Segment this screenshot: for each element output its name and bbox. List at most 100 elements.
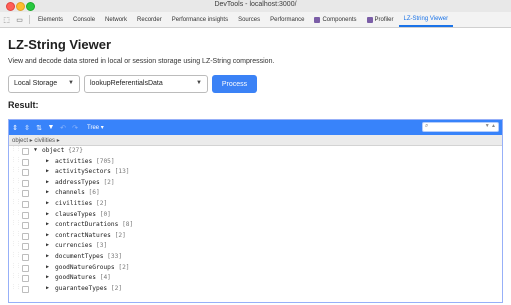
tree-row[interactable]: ⋮⋮ ▶ channels [6]: [9, 188, 502, 199]
drag-handle-icon[interactable]: ⋮⋮: [11, 168, 21, 175]
tab-performance[interactable]: Performance: [265, 12, 309, 27]
tree-children: ⋮⋮ ▶ activities [705] ⋮⋮ ▶ activitySectors [1…: [9, 157, 502, 295]
tab-elements[interactable]: Elements: [33, 12, 68, 27]
expand-triangle-icon[interactable]: ▶: [46, 285, 49, 291]
expand-triangle-icon[interactable]: ▶: [46, 200, 49, 206]
tree-row-label: goodNatureGroups [2]: [55, 264, 130, 271]
tab-components[interactable]: Components: [309, 12, 361, 27]
expand-triangle-icon[interactable]: ▶: [46, 158, 49, 164]
tree-row-key: contractDurations: [55, 221, 119, 229]
drag-handle-icon[interactable]: ⋮⋮: [11, 199, 21, 207]
tree-row[interactable]: ⋮⋮ ▶ goodNatures [4]: [9, 273, 502, 284]
expand-triangle-icon[interactable]: ▶: [46, 189, 49, 195]
context-menu-button[interactable]: [22, 158, 29, 166]
context-menu-button[interactable]: [22, 253, 29, 261]
drag-handle-icon[interactable]: ⋮⋮: [11, 231, 21, 239]
context-menu-button[interactable]: [22, 169, 29, 177]
context-menu-button[interactable]: [22, 285, 29, 293]
tree-row[interactable]: ⋮⋮ ▶ guaranteeTypes [2]: [9, 284, 502, 295]
collapse-triangle-icon[interactable]: ▼: [34, 147, 37, 153]
expand-triangle-icon[interactable]: ▶: [46, 221, 49, 227]
view-mode-dropdown[interactable]: Tree ▾: [87, 124, 104, 131]
tab-components-label: Components: [322, 16, 357, 23]
drag-handle-icon[interactable]: ⋮⋮: [11, 147, 21, 154]
tree-row[interactable]: ⋮⋮ ▶ clauseTypes [0]: [9, 210, 502, 221]
expand-all-icon[interactable]: ⇕: [9, 120, 21, 135]
context-menu-button[interactable]: [22, 179, 29, 187]
storage-type-select[interactable]: Local Storage ▼: [8, 75, 80, 93]
tab-profiler[interactable]: Profiler: [362, 12, 399, 27]
expand-triangle-icon[interactable]: ▶: [46, 168, 49, 174]
tree-root-row[interactable]: ⋮⋮ ▼ object {27}: [9, 146, 502, 157]
expand-triangle-icon[interactable]: ▶: [46, 232, 49, 238]
expand-triangle-icon[interactable]: ▶: [46, 253, 49, 259]
search-navigation-icon[interactable]: ▼ ▲: [485, 123, 496, 129]
expand-triangle-icon[interactable]: ▶: [46, 242, 49, 248]
drag-handle-icon[interactable]: ⋮⋮: [11, 263, 21, 271]
tab-lz-string-viewer[interactable]: LZ-String Viewer: [398, 12, 454, 27]
tree-row[interactable]: ⋮⋮ ▶ documentTypes [33]: [9, 252, 502, 263]
drag-handle-icon[interactable]: ⋮⋮: [11, 221, 21, 228]
tree-root-label: object {27}: [42, 147, 83, 154]
process-button[interactable]: Process: [212, 75, 257, 93]
tab-performance-insights[interactable]: Performance insights: [167, 12, 233, 27]
drag-handle-icon[interactable]: ⋮⋮: [11, 210, 21, 218]
tree-row[interactable]: ⋮⋮ ▶ contractDurations [8]: [9, 220, 502, 231]
json-breadcrumb[interactable]: object ▸ civilities ▸: [9, 135, 502, 146]
tree-row[interactable]: ⋮⋮ ▶ activities [705]: [9, 157, 502, 168]
tree-row-count: [2]: [118, 263, 130, 271]
context-menu-button[interactable]: [22, 222, 29, 230]
expand-triangle-icon[interactable]: ▶: [46, 179, 49, 185]
tree-row-label: civilities [2]: [55, 200, 107, 207]
storage-key-select[interactable]: lookupReferentialsData ▼: [84, 75, 208, 93]
context-menu-button[interactable]: [22, 264, 29, 272]
sort-icon[interactable]: ⇅: [33, 120, 45, 135]
tree-row[interactable]: ⋮⋮ ▶ goodNatureGroups [2]: [9, 263, 502, 274]
tree-row-key: activities: [55, 157, 93, 165]
context-menu-button[interactable]: [22, 190, 29, 198]
drag-handle-icon[interactable]: ⋮⋮: [11, 242, 21, 249]
tree-row-count: [8]: [122, 221, 134, 229]
tree-row-key: channels: [55, 189, 85, 197]
filter-icon[interactable]: ▼: [45, 120, 57, 135]
inspect-element-icon[interactable]: ⬚: [0, 12, 13, 27]
tree-row[interactable]: ⋮⋮ ▶ contractNatures [2]: [9, 231, 502, 242]
tab-sources[interactable]: Sources: [233, 12, 265, 27]
storage-type-value: Local Storage: [14, 80, 58, 87]
drag-handle-icon[interactable]: ⋮⋮: [11, 252, 21, 260]
context-menu-button[interactable]: [22, 211, 29, 219]
tab-recorder[interactable]: Recorder: [132, 12, 167, 27]
drag-handle-icon[interactable]: ⋮⋮: [11, 189, 21, 196]
undo-icon[interactable]: ↶: [57, 120, 69, 135]
drag-handle-icon[interactable]: ⋮⋮: [11, 274, 21, 281]
redo-icon[interactable]: ↷: [69, 120, 81, 135]
tree-row-label: contractDurations [8]: [55, 221, 133, 228]
drag-handle-icon[interactable]: ⋮⋮: [11, 157, 21, 165]
tree-row-key: activitySectors: [55, 168, 111, 176]
tab-network[interactable]: Network: [100, 12, 132, 27]
tab-console[interactable]: Console: [68, 12, 100, 27]
device-toolbar-icon[interactable]: ▭: [13, 12, 26, 27]
tree-row[interactable]: ⋮⋮ ▶ currencies [3]: [9, 241, 502, 252]
drag-handle-icon[interactable]: ⋮⋮: [11, 284, 21, 292]
drag-handle-icon[interactable]: ⋮⋮: [11, 178, 21, 186]
context-menu-button[interactable]: [22, 232, 29, 240]
expand-triangle-icon[interactable]: ▶: [46, 274, 49, 280]
context-menu-button[interactable]: [22, 148, 29, 155]
collapse-all-icon[interactable]: ⇳: [21, 120, 33, 135]
context-menu-button[interactable]: [22, 200, 29, 208]
tree-row[interactable]: ⋮⋮ ▶ civilities [2]: [9, 199, 502, 210]
tree-row-label: activitySectors [13]: [55, 168, 130, 175]
context-menu-button[interactable]: [22, 275, 29, 283]
tree-row[interactable]: ⋮⋮ ▶ activitySectors [13]: [9, 167, 502, 178]
tree-row[interactable]: ⋮⋮ ▶ addressTypes [2]: [9, 178, 502, 189]
tree-row-key: documentTypes: [55, 252, 104, 260]
tree-row-label: channels [6]: [55, 189, 100, 196]
tree-row-count: [3]: [96, 242, 108, 250]
json-search-input[interactable]: ⌕ ▼ ▲: [422, 122, 499, 132]
expand-triangle-icon[interactable]: ▶: [46, 264, 49, 270]
tree-row-count: [2]: [114, 231, 126, 239]
tree-row-key: addressTypes: [55, 178, 100, 186]
expand-triangle-icon[interactable]: ▶: [46, 211, 49, 217]
context-menu-button[interactable]: [22, 243, 29, 251]
